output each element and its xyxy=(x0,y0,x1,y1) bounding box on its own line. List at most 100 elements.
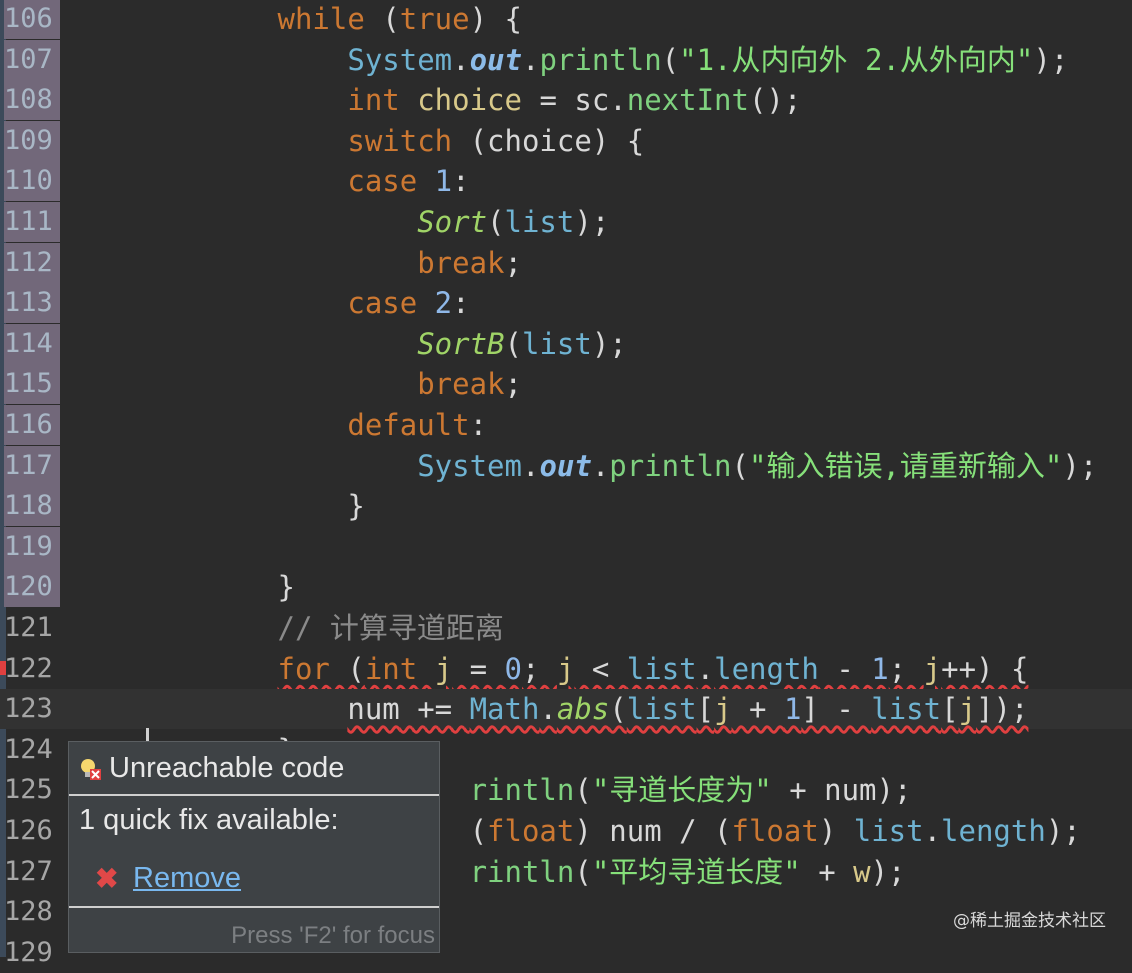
code-text: case 1: xyxy=(68,161,470,201)
code-text: // 计算寻道距离 xyxy=(68,608,504,648)
code-token: } xyxy=(347,489,365,524)
line-number: 120 xyxy=(4,567,60,608)
code-line-108[interactable]: 108 int choice = sc.nextInt(); xyxy=(0,80,1132,121)
quick-fix-popup[interactable]: Unreachable code 1 quick fix available: … xyxy=(68,741,440,953)
code-token: j xyxy=(556,651,575,686)
code-token: 1 xyxy=(871,651,889,686)
code-line-115[interactable]: 115 break; xyxy=(0,364,1132,405)
code-token: ] - xyxy=(801,692,872,727)
code-line-121[interactable]: 121 // 计算寻道距离 xyxy=(0,608,1132,648)
code-token: = xyxy=(452,651,505,686)
popup-subtitle: 1 quick fix available: xyxy=(79,804,339,836)
code-line-107[interactable]: 107 System.out.println("1.从内向外 2.从外向内"); xyxy=(0,39,1132,80)
code-token: list xyxy=(626,651,697,686)
remove-fix-link[interactable]: Remove xyxy=(133,862,241,895)
code-token: out xyxy=(469,42,522,77)
code-line-118[interactable]: 118 } xyxy=(0,486,1132,527)
code-token: : xyxy=(452,164,470,199)
line-number: 126 xyxy=(4,815,53,846)
code-line-109[interactable]: 109 switch (choice) { xyxy=(0,120,1132,161)
code-token: . xyxy=(521,42,540,77)
remove-icon: ✖ xyxy=(95,863,119,894)
code-line-111[interactable]: 111 Sort(list); xyxy=(0,202,1132,242)
code-token: list xyxy=(626,692,697,727)
line-number: 109 xyxy=(4,120,60,161)
code-line-119[interactable]: 119 xyxy=(0,526,1132,567)
code-text: break; xyxy=(68,364,522,404)
line-number: 121 xyxy=(4,612,53,643)
code-token: nextInt xyxy=(626,83,749,118)
code-token: ); xyxy=(1045,814,1081,848)
code-token: Math xyxy=(469,692,540,727)
code-token: += xyxy=(399,692,470,727)
code-token: choice xyxy=(417,83,522,118)
code-line-116[interactable]: 116 default: xyxy=(0,405,1132,445)
code-token: : xyxy=(452,286,470,321)
code-token: int xyxy=(347,83,400,118)
code-token: ) xyxy=(818,814,854,848)
code-token: break xyxy=(417,245,505,280)
code-line-123[interactable]: 123 num += Math.abs(list[j + 1] - list[j… xyxy=(0,689,1132,730)
code-token: float xyxy=(487,814,575,848)
code-text: while (true) { xyxy=(68,0,522,39)
code-line-114[interactable]: 114 SortB(list); xyxy=(0,323,1132,364)
line-number: 118 xyxy=(4,486,60,527)
code-text: SortB(list); xyxy=(68,324,627,364)
line-number: 123 xyxy=(4,693,53,725)
code-text: break; xyxy=(68,243,522,283)
quick-fix-item[interactable]: ✖ Remove xyxy=(69,850,439,908)
code-token: [ xyxy=(941,692,959,727)
line-number: 117 xyxy=(4,445,60,486)
code-token: ); xyxy=(1062,448,1098,483)
code-token: ]); xyxy=(976,692,1029,727)
code-token: j xyxy=(923,651,942,686)
code-token: ( xyxy=(364,2,400,36)
line-number: 112 xyxy=(4,242,60,283)
code-token: default xyxy=(347,408,470,442)
code-token: ( xyxy=(504,326,522,361)
code-token: . xyxy=(923,814,942,848)
code-line-110[interactable]: 110 case 1: xyxy=(0,161,1132,202)
code-text: Sort(list); xyxy=(68,202,609,242)
code-token: System xyxy=(347,42,453,77)
code-token: "寻道长度为" xyxy=(591,773,772,808)
code-token: j xyxy=(958,692,977,727)
code-token: ++) { xyxy=(941,651,1029,686)
code-token: [ xyxy=(696,692,715,727)
code-token: out xyxy=(539,448,592,483)
code-line-106[interactable]: 106 while (true) { xyxy=(0,0,1132,39)
code-line-117[interactable]: 117 System.out.println("输入错误,请重新输入"); xyxy=(0,445,1132,486)
code-line-113[interactable]: 113 case 2: xyxy=(0,283,1132,324)
code-token: ( xyxy=(574,773,592,808)
code-token: case xyxy=(347,286,418,321)
code-token: . xyxy=(452,42,470,77)
code-token: case xyxy=(347,164,418,199)
error-marker-icon[interactable] xyxy=(0,660,6,675)
code-line-122[interactable]: 122 for (int j = 0; j < list.length - 1;… xyxy=(0,649,1132,689)
code-token: ; xyxy=(888,651,924,686)
code-line-120[interactable]: 120 } xyxy=(0,567,1132,608)
line-number: 116 xyxy=(4,405,60,445)
code-token: ) { xyxy=(469,2,522,36)
watermark: @稀土掘金技术社区 xyxy=(953,911,1106,931)
code-token: j xyxy=(714,692,732,727)
code-token: ( xyxy=(731,448,749,483)
line-number: 119 xyxy=(4,526,60,567)
code-token: 0 xyxy=(504,651,523,686)
code-token: rintln xyxy=(469,854,575,889)
code-token: : xyxy=(469,408,488,442)
line-number: 122 xyxy=(4,652,53,684)
code-line-112[interactable]: 112 break; xyxy=(0,242,1132,283)
code-token: list xyxy=(521,326,592,361)
code-text: } xyxy=(68,486,365,526)
